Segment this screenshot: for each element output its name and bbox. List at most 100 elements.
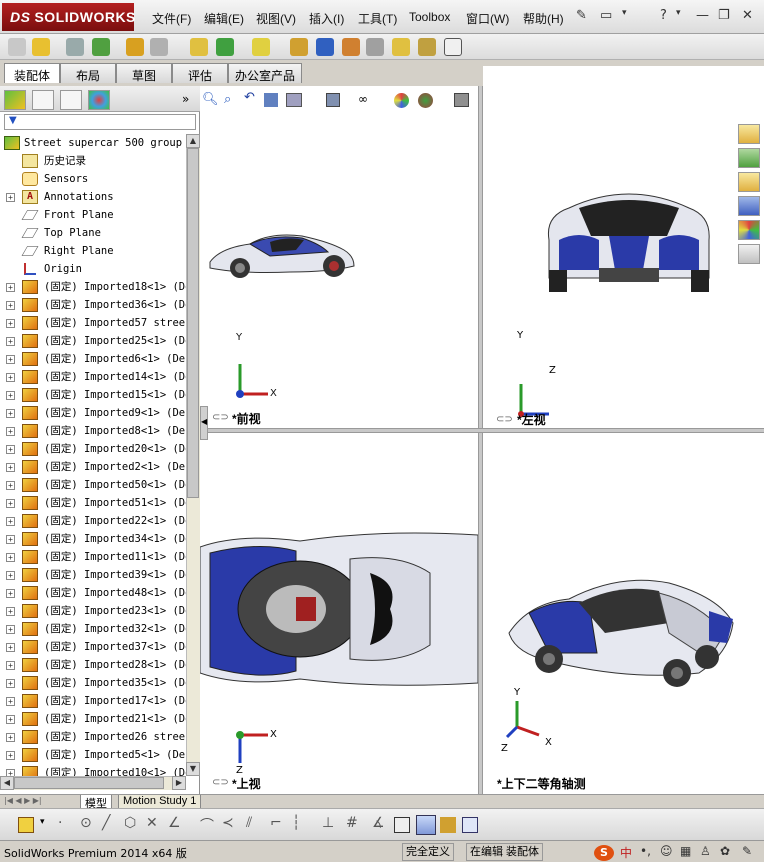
angle-icon[interactable]: ∡ [372,815,385,831]
expand-icon[interactable]: + [6,409,15,418]
scroll-thumb[interactable] [14,777,164,789]
property-manager-tab-icon[interactable] [32,90,54,110]
expand-icon[interactable]: + [6,769,15,776]
ime-tools-icon[interactable]: ✎ [742,844,752,858]
display-manager-tab-icon[interactable] [88,90,110,110]
appearances-icon[interactable] [738,220,760,240]
tree-item[interactable]: + (固定) Imported35<1> (De [0,674,186,692]
expand-icon[interactable]: + [6,571,15,580]
expand-icon[interactable]: + [6,373,15,382]
scroll-down-icon[interactable]: ▼ [186,762,200,776]
expand-icon[interactable]: + [6,463,15,472]
linear-pattern-icon[interactable] [92,38,110,56]
expand-icon[interactable]: + [6,319,15,328]
expand-icon[interactable]: + [6,679,15,688]
apply-scene-icon[interactable] [418,93,433,108]
trim-icon[interactable]: ✕ [146,815,158,831]
tree-item[interactable]: Right Plane [0,242,186,260]
custom-properties-icon[interactable] [738,244,760,264]
view-settings-icon[interactable] [454,93,469,107]
smart-dimension-icon[interactable] [18,817,34,833]
show-hidden-icon[interactable] [190,38,208,56]
speedpak-icon[interactable] [444,38,462,56]
front-view-pane[interactable]: Y X ⊂⊃ *前视 [200,110,478,428]
isometric-view-pane[interactable]: Y X Z *上下二等角轴测 [483,433,764,794]
smart-fasteners-icon[interactable] [126,38,144,56]
tree-item[interactable]: + (固定) Imported10<1> (De [0,764,186,776]
tab-model[interactable]: 模型 [80,795,112,810]
expand-icon[interactable]: + [6,481,15,490]
table-icon[interactable] [462,817,478,833]
expand-icon[interactable]: + [6,589,15,598]
link-icon[interactable]: ⊂⊃ [496,414,513,425]
menu-file[interactable]: 文件(F) [152,10,191,27]
help-icon[interactable]: ? [660,8,667,23]
expand-icon[interactable]: + [6,715,15,724]
graphics-area[interactable]: 🔍︎ ⌕ ↶ ∞ ⊡ ⊡ — ❐ ✕ [200,66,764,794]
ime-user-icon[interactable]: ♙ [700,844,711,858]
expand-icon[interactable]: + [6,499,15,508]
tab-office-products[interactable]: 办公室产品 [228,63,302,83]
menu-tools[interactable]: 工具(T) [358,10,397,27]
line-icon[interactable]: ╱ [102,815,110,831]
chevron-down-icon[interactable]: ▾ [676,8,681,18]
tab-evaluate[interactable]: 评估 [172,63,228,83]
hide-show-items-icon[interactable]: ∞ [358,92,368,106]
ime-chinese-icon[interactable]: 中 [620,844,632,861]
mate-icon[interactable] [66,38,84,56]
tree-item[interactable]: + (固定) Imported57 stree [0,314,186,332]
exploded-view-icon[interactable] [342,38,360,56]
configuration-manager-tab-icon[interactable] [60,90,82,110]
left-view-pane[interactable] [483,66,764,428]
box-icon[interactable] [394,817,410,833]
ime-logo-icon[interactable]: S [594,845,614,861]
home-icon[interactable] [738,124,760,144]
menu-insert[interactable]: 插入(I) [309,10,344,27]
ime-punctuation-icon[interactable]: •, [640,844,651,858]
circle-icon[interactable]: ⊙ [80,815,92,831]
expand-icon[interactable]: + [6,661,15,670]
ime-settings-icon[interactable]: ✿ [720,844,730,858]
collapse-panel-icon[interactable]: ◀ [200,406,208,440]
tab-sketch[interactable]: 草图 [116,63,172,83]
tree-item[interactable]: + (固定) Imported23<1> (De [0,602,186,620]
chevron-down-icon[interactable]: ▾ [622,8,627,18]
tree-item[interactable]: + (固定) Imported36<1> (De [0,296,186,314]
new-motion-study-icon[interactable] [290,38,308,56]
expand-icon[interactable]: + [6,697,15,706]
tree-filter[interactable]: ▼ [4,114,196,130]
construction-line-icon[interactable]: ┆ [292,815,300,831]
expand-icon[interactable]: + [6,445,15,454]
reference-geometry-icon[interactable] [252,38,270,56]
tree-item[interactable]: + (固定) Imported22<1> (De [0,512,186,530]
move-component-icon[interactable] [150,38,168,56]
tab-layout[interactable]: 布局 [60,63,116,83]
corner-rectangle-icon[interactable]: ⌐ [270,815,282,831]
scroll-thumb[interactable] [187,148,199,498]
display-style-icon[interactable] [326,93,340,107]
tab-scroll-arrows-icon[interactable]: |◀ ◀ ▶ ▶| [4,796,42,805]
display-relations-icon[interactable]: ⊥ [322,815,334,831]
expand-icon[interactable]: + [6,553,15,562]
new-document-icon[interactable]: ▭ [600,8,612,23]
scroll-right-icon[interactable]: ▶ [172,776,186,790]
tree-root[interactable]: Street supercar 500 group [0,134,186,152]
pin-icon[interactable]: ✎ [576,8,587,23]
zoom-to-fit-icon[interactable]: 🔍︎ [202,92,219,107]
tree-item[interactable]: Top Plane [0,224,186,242]
tree-item[interactable]: + (固定) Imported51<1> (De [0,494,186,512]
zoom-area-icon[interactable]: ⌕ [224,92,231,107]
ime-emoji-icon[interactable]: ☺ [660,844,673,858]
previous-view-icon[interactable]: ↶ [244,90,255,105]
link-icon[interactable]: ⊂⊃ [212,777,229,788]
tree-item[interactable]: + (固定) Imported6<1> (De [0,350,186,368]
interference-icon[interactable] [392,38,410,56]
design-library-icon[interactable] [738,148,760,168]
bill-of-materials-icon[interactable] [316,38,334,56]
chevron-right-icon[interactable]: » [182,92,189,106]
fillet-icon[interactable]: ⌒ [200,815,214,835]
section-view-icon[interactable] [264,93,278,107]
viewport-vertical-splitter[interactable] [478,86,483,794]
close-icon[interactable]: ✕ [742,8,753,23]
scroll-left-icon[interactable]: ◀ [0,776,14,790]
